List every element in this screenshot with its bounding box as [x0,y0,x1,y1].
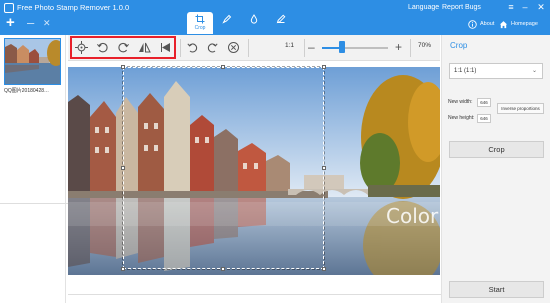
minimize-button[interactable]: – [519,1,531,13]
new-width-label: New width: [448,99,473,105]
start-button[interactable]: Start [449,281,544,298]
actual-size-button[interactable]: 1:1 [285,42,294,49]
reset-button[interactable] [226,40,241,55]
crop-handle-top-right[interactable] [322,65,326,69]
crop-selection[interactable] [122,66,325,270]
rotate-right-tool-button[interactable] [116,40,131,55]
brush-icon [222,14,232,24]
remove-file-button[interactable]: – [27,15,34,31]
zoom-percentage: 70% [418,42,432,49]
menu-icon[interactable]: ≡ [505,1,517,13]
crop-icon [195,14,205,24]
image-canvas[interactable]: ColorMango.com [68,62,550,294]
homepage-link[interactable]: Homepage [499,16,538,32]
zoom-slider-handle[interactable] [338,41,345,53]
thumbnail-photo [5,39,60,84]
thumbnail-filename: QQ图片20180428… [4,88,50,94]
undo-icon [187,43,198,53]
zoom-in-button[interactable]: + [395,39,402,55]
thumbnail-image[interactable] [4,38,61,85]
close-button[interactable]: ✕ [535,1,547,13]
crop-handle-top[interactable] [221,65,225,69]
crop-handle-top-left[interactable] [121,65,125,69]
new-width-input[interactable]: 646 [477,98,491,107]
crop-button[interactable]: Crop [449,141,544,158]
tab-crop[interactable]: Crop [187,12,213,34]
redo-icon [207,43,218,53]
flip-vertical-icon [161,43,170,52]
flip-horizontal-icon [139,42,151,53]
crop-handle-bottom-right[interactable] [322,267,326,271]
divider-line [0,203,68,204]
rotate-right-icon [118,42,129,53]
rotate-left-icon [97,42,108,53]
panel-title: Crop [450,41,468,50]
pen-icon [276,14,286,24]
toolbar-divider [410,39,411,57]
flip-horizontal-tool-button[interactable] [137,40,152,55]
toolbar-divider [180,39,181,57]
zoom-out-button[interactable]: – [308,39,315,55]
info-icon [468,19,477,29]
thumbnail-panel: QQ图片20180428… [0,35,66,303]
edit-toolbar: 1:1 – + 70% [68,35,440,61]
crop-handle-left[interactable] [121,166,125,170]
homepage-label: Homepage [511,21,538,27]
toolbar-divider [304,39,305,57]
about-label: About [480,21,495,27]
tab-drop[interactable] [241,12,267,34]
aspect-ratio-select[interactable]: 1:1 (1:1) ⌄ [449,63,543,79]
crop-settings-panel: Crop 1:1 (1:1) ⌄ New width: 646 New heig… [441,35,550,303]
divider-line [68,294,441,295]
app-logo-icon [4,3,14,13]
crop-handle-right[interactable] [322,166,326,170]
app-title: Free Photo Stamp Remover 1.0.0 [17,3,130,12]
aspect-ratio-value: 1:1 (1:1) [454,68,477,74]
rotate-left-tool-button[interactable] [95,40,110,55]
tab-brush[interactable] [214,12,240,34]
chevron-down-icon: ⌄ [531,68,537,74]
tab-pen[interactable] [268,12,294,34]
title-bar: Free Photo Stamp Remover 1.0.0 Language … [0,0,550,35]
report-bugs-menu[interactable]: Report Bugs [442,2,481,14]
inverse-proportions-button[interactable]: Inverse proportions [497,103,544,114]
center-tool-button[interactable] [74,40,89,55]
reset-icon [228,42,239,53]
app-window: Free Photo Stamp Remover 1.0.0 Language … [0,0,550,303]
undo-button[interactable] [185,40,200,55]
crop-handle-bottom-left[interactable] [121,267,125,271]
redo-button[interactable] [205,40,220,55]
toolbar-divider [248,39,249,57]
flip-vertical-tool-button[interactable] [158,40,173,55]
center-icon [75,41,88,54]
clear-files-button[interactable]: ✕ [43,17,51,29]
crop-handle-bottom[interactable] [221,267,225,271]
add-file-button[interactable]: + [6,15,15,31]
new-height-label: New height: [448,115,475,121]
new-height-input[interactable]: 646 [477,114,491,123]
home-icon [499,20,508,28]
language-menu[interactable]: Language [408,2,439,14]
tab-crop-label: Crop [194,25,206,31]
about-link[interactable]: About [468,16,494,32]
drop-icon [250,14,258,24]
zoom-slider[interactable] [322,47,388,49]
